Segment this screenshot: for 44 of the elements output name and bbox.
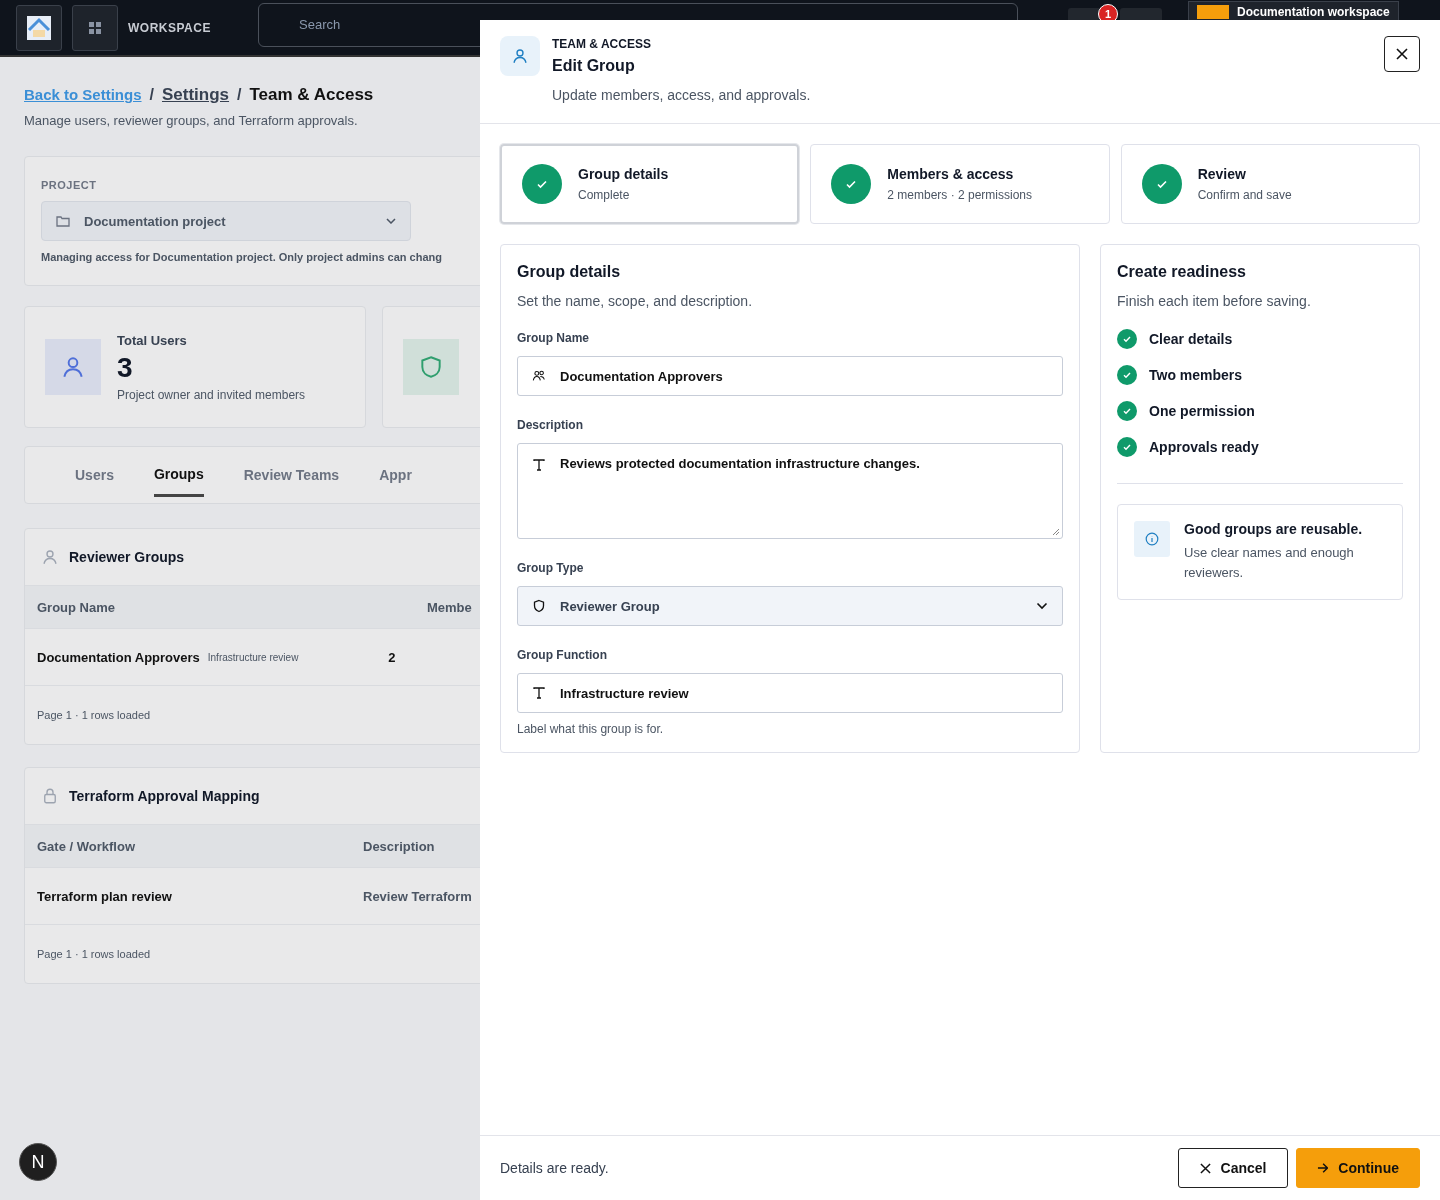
field-label: Group Type: [517, 561, 585, 575]
table-cell: 2: [388, 649, 396, 665]
checklist-item: Approvals ready: [1149, 439, 1259, 455]
tip-title: Good groups are reusable.: [1184, 521, 1364, 537]
breadcrumb-separator: /: [149, 86, 154, 104]
breadcrumb-separator: /: [237, 86, 242, 104]
tip-text: Use clear names and enough reviewers.: [1184, 544, 1355, 582]
field-label: Description: [517, 418, 584, 432]
table-title: Reviewer Groups: [69, 549, 185, 565]
footer-status: Details are ready.: [500, 1160, 609, 1176]
table-cell: Documentation Approvers: [37, 649, 200, 665]
checklist-item: Two members: [1149, 367, 1243, 383]
field-hint: Label what this group is for.: [517, 722, 665, 736]
checklist-item: Clear details: [1149, 331, 1233, 347]
stat-title: Total Users: [117, 332, 188, 348]
table-title: Terraform Approval Mapping: [69, 788, 260, 804]
section-title: Create readiness: [1117, 263, 1247, 281]
workspace-label: WORKSPACE: [128, 20, 212, 35]
section-subtitle: Set the name, scope, and description.: [517, 293, 754, 309]
table-footer: Page 1 · 1 rows loaded: [37, 948, 151, 960]
table-footer: Page 1 · 1 rows loaded: [37, 709, 151, 721]
stat-caption: Project owner and invited members: [117, 387, 306, 402]
function-tag: Infrastructure review: [207, 651, 299, 663]
stat-value: 3: [117, 351, 134, 384]
field-label: Group Name: [517, 331, 590, 345]
step-title: Review: [1197, 166, 1247, 182]
table-cell-text: Terraform plan review: [37, 888, 173, 904]
project-note: Managing access for Documentation project. Only project admins can chang: [41, 251, 443, 263]
checklist-item: One permission: [1149, 403, 1255, 419]
step-caption: Complete: [578, 188, 631, 202]
project-label: PROJECT: [41, 179, 98, 191]
step-title: Members & access: [887, 166, 1015, 182]
table-cell: Review Terraform: [363, 888, 472, 904]
drawer-eyebrow: TEAM & ACCESS: [552, 37, 652, 51]
section-title: Group details: [517, 263, 622, 281]
step-title: Group details: [578, 166, 669, 182]
page-subtitle: Manage users, reviewer groups, and Terraform approvals.: [24, 113, 359, 128]
step-caption: 2 members · 2 permissions: [887, 188, 1033, 202]
drawer-subtitle: Update members, access, and approvals.: [552, 87, 811, 103]
page-title: Team & Access: [249, 85, 374, 105]
field-label: Group Function: [517, 648, 608, 662]
step-caption: Confirm and save: [1197, 188, 1292, 202]
drawer-title: Edit Group: [552, 57, 636, 75]
section-subtitle: Finish each item before saving.: [1117, 293, 1312, 309]
